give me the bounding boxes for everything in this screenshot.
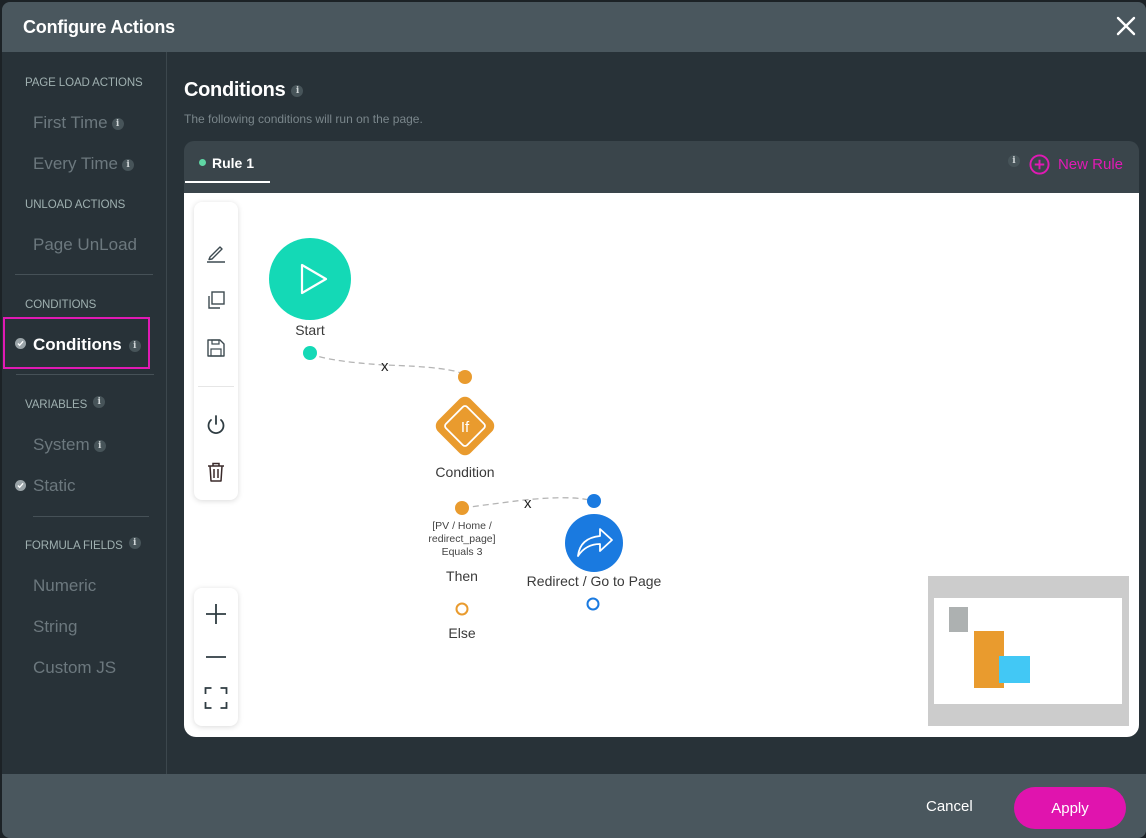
sidebar-item-every-time[interactable]: Every Time i	[33, 154, 135, 174]
dialog-footer: Cancel Apply	[2, 774, 1146, 838]
sidebar-item-label: Conditions	[33, 335, 122, 354]
condition-input-port[interactable]	[458, 370, 472, 384]
info-icon[interactable]: i	[128, 339, 141, 352]
sidebar-item-conditions[interactable]: Conditions i	[33, 335, 141, 355]
page-subtitle: The following conditions will run on the…	[184, 112, 423, 126]
section-conditions: CONDITIONS	[25, 299, 97, 311]
then-branch-label: Then	[446, 568, 478, 584]
section-variables: VARIABLES i	[25, 396, 106, 411]
tab-rule-1[interactable]: Rule 1	[184, 141, 270, 185]
minimap-redirect-node	[999, 656, 1030, 683]
tab-label: Rule 1	[212, 155, 255, 171]
sidebar-item-system[interactable]: System i	[33, 435, 106, 455]
add-circle-icon	[1029, 153, 1050, 175]
sidebar-item-label: Page UnLoad	[33, 235, 137, 254]
sidebar-item-label: First Time	[33, 113, 108, 132]
expression-line: [PV / Home /	[432, 520, 492, 532]
redirect-input-port[interactable]	[587, 494, 601, 508]
minimap[interactable]	[928, 576, 1129, 726]
page-title: Conditions i	[184, 79, 304, 102]
sidebar-item-label: System	[33, 435, 90, 454]
flow-canvas[interactable]: If Start Condition Redirect / Go to Page…	[184, 193, 1139, 737]
section-label: VARIABLES	[25, 399, 88, 411]
sidebar-item-first-time[interactable]: First Time i	[33, 113, 124, 133]
minimap-viewport[interactable]	[934, 598, 1122, 704]
sidebar-item-label: Numeric	[33, 576, 97, 595]
edge-delete-button[interactable]: x	[381, 358, 389, 375]
start-output-port[interactable]	[303, 346, 317, 360]
info-icon[interactable]: i	[93, 396, 106, 408]
sidebar-divider	[16, 374, 154, 375]
then-output-port[interactable]	[455, 501, 469, 515]
main-panel: Conditions i The following conditions wil…	[168, 52, 1146, 774]
check-icon	[15, 480, 26, 491]
new-rule-button[interactable]: New Rule	[1029, 152, 1123, 176]
sidebar-item-label: String	[33, 617, 78, 636]
expression-line: Equals 3	[441, 546, 483, 558]
edge-delete-button[interactable]: x	[524, 495, 532, 512]
sidebar-item-custom-js[interactable]: Custom JS	[33, 658, 116, 678]
section-formula-fields: FORMULA FIELDS i	[25, 537, 141, 552]
check-icon	[15, 338, 26, 349]
section-page-load-actions: PAGE LOAD ACTIONS	[25, 77, 143, 89]
info-icon[interactable]: i	[111, 117, 124, 130]
sidebar: PAGE LOAD ACTIONS First Time i Every Time…	[2, 52, 167, 774]
sidebar-item-page-unload[interactable]: Page UnLoad	[33, 235, 137, 255]
close-button[interactable]	[1114, 14, 1138, 38]
condition-node[interactable]: If	[432, 393, 497, 458]
page-title-text: Conditions	[184, 79, 286, 101]
info-icon[interactable]: i	[1008, 155, 1020, 167]
sidebar-divider	[33, 516, 149, 517]
sidebar-divider	[15, 274, 153, 275]
rule-tabs-bar: Rule 1 i New Rule	[184, 141, 1139, 193]
condition-label: Condition	[435, 464, 495, 480]
close-icon	[1116, 16, 1136, 36]
sidebar-item-label: Static	[33, 476, 76, 495]
rule-status-dot	[199, 159, 206, 166]
dialog-title: Configure Actions	[23, 17, 175, 37]
condition-expression: [PV / Home / redirect_page] Equals 3	[412, 520, 512, 559]
else-branch-label: Else	[448, 625, 476, 641]
expression-line: redirect_page]	[428, 533, 496, 545]
info-icon[interactable]: i	[93, 439, 106, 452]
dialog-header: Configure Actions	[2, 2, 1146, 52]
active-tab-indicator	[185, 181, 270, 183]
section-unload-actions: UNLOAD ACTIONS	[25, 199, 126, 211]
info-icon[interactable]: i	[128, 537, 141, 549]
start-label: Start	[295, 322, 325, 338]
new-rule-label: New Rule	[1057, 155, 1123, 173]
info-icon[interactable]: i	[122, 158, 135, 171]
sidebar-item-label: Custom JS	[33, 658, 117, 677]
configure-actions-dialog: Configure Actions PAGE LOAD ACTIONS Firs…	[2, 2, 1146, 838]
sidebar-item-label: Every Time	[33, 154, 119, 173]
section-label: FORMULA FIELDS	[25, 540, 123, 552]
sidebar-item-string[interactable]: String	[33, 617, 77, 637]
sidebar-item-numeric[interactable]: Numeric	[33, 576, 96, 596]
info-icon[interactable]: i	[291, 84, 304, 97]
apply-button[interactable]: Apply	[1014, 787, 1126, 829]
cancel-button[interactable]: Cancel	[926, 798, 973, 815]
if-icon: If	[461, 419, 470, 436]
else-output-port[interactable]	[455, 602, 469, 616]
redirect-label: Redirect / Go to Page	[526, 573, 662, 589]
redirect-node[interactable]	[565, 514, 623, 572]
minimap-start-node	[949, 607, 968, 632]
redirect-output-port[interactable]	[586, 597, 600, 611]
sidebar-item-static[interactable]: Static	[33, 476, 76, 496]
start-node[interactable]	[269, 238, 351, 320]
